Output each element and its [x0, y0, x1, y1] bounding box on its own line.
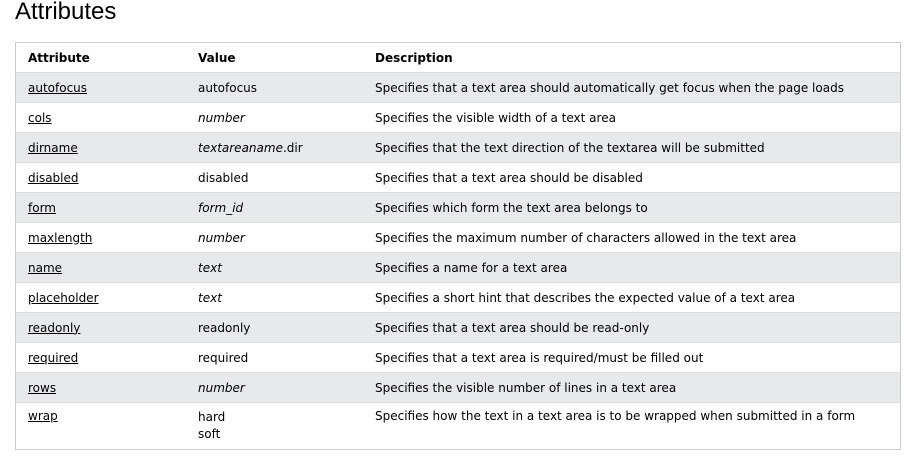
value-cell: number — [186, 222, 363, 253]
description-cell: Specifies the maximum number of characte… — [363, 222, 901, 253]
attribute-link-form[interactable]: form — [28, 201, 56, 215]
attribute-link-name[interactable]: name — [28, 261, 62, 275]
value-part-plain: .dir — [282, 140, 303, 155]
attribute-cell: form — [15, 192, 186, 223]
value-cell: number — [186, 102, 363, 133]
description-cell: Specifies that a text area is required/m… — [363, 342, 901, 373]
value-cell: required — [186, 342, 363, 373]
attribute-cell: required — [15, 342, 186, 373]
table-row: disabled disabled Specifies that a text … — [15, 162, 901, 193]
description-cell: Specifies that a text area should be dis… — [363, 162, 901, 193]
attribute-link-cols[interactable]: cols — [28, 111, 52, 125]
section-heading: Attributes — [15, 0, 117, 25]
value-cell: disabled — [186, 162, 363, 193]
description-cell: Specifies which form the text area belon… — [363, 192, 901, 223]
attribute-cell: autofocus — [15, 72, 186, 103]
value-line: soft — [198, 427, 221, 441]
table-row: cols number Specifies the visible width … — [15, 102, 901, 133]
table-row: form form_id Specifies which form the te… — [15, 192, 901, 223]
attribute-link-readonly[interactable]: readonly — [28, 321, 80, 335]
table-header-row: Attribute Value Description — [15, 42, 901, 73]
table-row: dirname textareaname.dir Specifies that … — [15, 132, 901, 163]
attribute-link-autofocus[interactable]: autofocus — [28, 81, 87, 95]
table-row: maxlength number Specifies the maximum n… — [15, 222, 901, 253]
attribute-cell: name — [15, 252, 186, 283]
attribute-link-dirname[interactable]: dirname — [28, 141, 78, 155]
attribute-link-disabled[interactable]: disabled — [28, 171, 79, 185]
attribute-cell: dirname — [15, 132, 186, 163]
value-cell: number — [186, 372, 363, 403]
table-row: autofocus autofocus Specifies that a tex… — [15, 72, 901, 103]
value-cell: text — [186, 282, 363, 313]
description-cell: Specifies that the text direction of the… — [363, 132, 901, 163]
attribute-link-maxlength[interactable]: maxlength — [28, 231, 92, 245]
attribute-link-required[interactable]: required — [28, 351, 78, 365]
attribute-link-placeholder[interactable]: placeholder — [28, 291, 99, 305]
table-row: wrap hard soft Specifies how the text in … — [15, 402, 901, 450]
value-line: hard — [198, 410, 226, 424]
attribute-cell: wrap — [15, 402, 186, 450]
attribute-cell: disabled — [15, 162, 186, 193]
header-attribute: Attribute — [15, 42, 186, 73]
attribute-link-wrap[interactable]: wrap — [28, 409, 58, 423]
description-cell: Specifies a name for a text area — [363, 252, 901, 283]
attribute-cell: maxlength — [15, 222, 186, 253]
table-row: readonly readonly Specifies that a text … — [15, 312, 901, 343]
table-row: name text Specifies a name for a text ar… — [15, 252, 901, 283]
value-cell: readonly — [186, 312, 363, 343]
table-row: rows number Specifies the visible number… — [15, 372, 901, 403]
value-cell: hard soft — [186, 402, 363, 450]
attribute-link-rows[interactable]: rows — [28, 381, 56, 395]
value-cell: autofocus — [186, 72, 363, 103]
description-cell: Specifies the visible width of a text ar… — [363, 102, 901, 133]
header-value: Value — [186, 42, 363, 73]
attributes-table: Attribute Value Description autofocus au… — [15, 42, 901, 450]
value-cell: form_id — [186, 192, 363, 223]
attribute-cell: placeholder — [15, 282, 186, 313]
attribute-cell: readonly — [15, 312, 186, 343]
description-cell: Specifies a short hint that describes th… — [363, 282, 901, 313]
value-cell: textareaname.dir — [186, 132, 363, 163]
value-cell: text — [186, 252, 363, 283]
value-part-italic: textareaname — [198, 140, 283, 155]
description-cell: Specifies the visible number of lines in… — [363, 372, 901, 403]
attribute-cell: cols — [15, 102, 186, 133]
description-cell: Specifies that a text area should automa… — [363, 72, 901, 103]
table-row: required required Specifies that a text … — [15, 342, 901, 373]
attribute-cell: rows — [15, 372, 186, 403]
table-row: placeholder text Specifies a short hint … — [15, 282, 901, 313]
header-description: Description — [363, 42, 901, 73]
description-cell: Specifies that a text area should be rea… — [363, 312, 901, 343]
description-cell: Specifies how the text in a text area is… — [363, 402, 901, 450]
page: Attributes Attribute Value Description a… — [0, 0, 915, 462]
